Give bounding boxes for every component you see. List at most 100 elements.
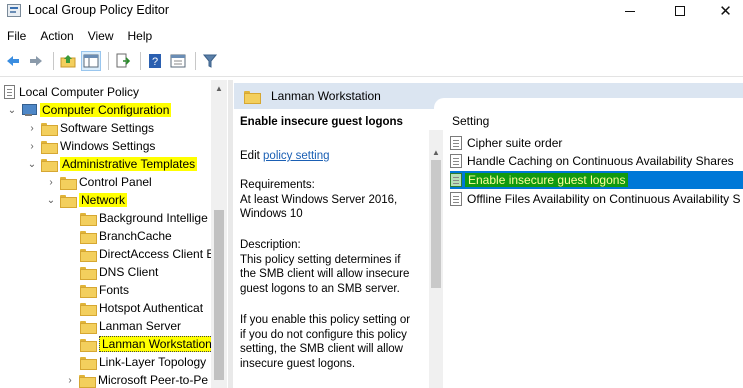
filter-icon — [202, 54, 218, 68]
collapse-icon[interactable]: ⌄ — [26, 158, 38, 170]
minimize-button[interactable] — [607, 0, 652, 22]
tree-item-dns-client[interactable]: DNS Client — [80, 263, 158, 281]
list-item[interactable]: Cipher suite order — [450, 134, 743, 152]
policy-icon — [4, 85, 15, 99]
group-policy-app-icon — [7, 4, 21, 17]
description-pane: Enable insecure guest logons Edit policy… — [234, 109, 429, 388]
edit-policy-line: Edit policy setting — [240, 149, 330, 164]
tree-label: Lanman Workstation — [99, 336, 215, 352]
folder-icon — [80, 320, 97, 334]
forward-icon — [30, 56, 42, 66]
menu-action[interactable]: Action — [33, 26, 80, 46]
folder-icon — [79, 374, 96, 388]
collapse-icon[interactable]: ⌄ — [6, 104, 18, 116]
toolbar: ? — [0, 49, 743, 73]
list-item-selected[interactable]: Enable insecure guest logons — [450, 171, 743, 189]
tree-item-link-layer-topology[interactable]: Link-Layer Topology — [80, 353, 206, 371]
details-header-title: Lanman Workstation — [271, 89, 381, 103]
collapse-icon[interactable]: ⌄ — [45, 194, 57, 206]
toolbar-separator — [195, 52, 196, 70]
tree-item-network[interactable]: ⌄ Network — [45, 191, 128, 209]
tree-item-lanman-workstation[interactable]: Lanman Workstation — [80, 335, 215, 353]
policy-setting-icon — [450, 154, 462, 168]
up-folder-button[interactable] — [58, 51, 78, 71]
folder-icon — [244, 90, 261, 104]
maximize-button[interactable] — [657, 0, 702, 22]
tree-item-branchcache[interactable]: BranchCache — [80, 227, 172, 245]
menu-help[interactable]: Help — [121, 26, 160, 46]
description-scrollbar[interactable]: ▲ — [429, 130, 443, 388]
requirements-label: Requirements: — [240, 179, 315, 191]
setting-label: Cipher suite order — [467, 136, 563, 150]
properties-icon — [170, 54, 186, 68]
tree-item-administrative-templates[interactable]: ⌄ Administrative Templates — [26, 155, 198, 173]
menu-file[interactable]: File — [0, 26, 33, 46]
edit-policy-setting-link[interactable]: policy setting — [263, 150, 329, 162]
expand-icon[interactable]: › — [45, 176, 57, 188]
description-label: Description: — [240, 239, 301, 251]
filter-button[interactable] — [200, 51, 220, 71]
menu-view[interactable]: View — [81, 26, 121, 46]
back-button[interactable] — [3, 51, 23, 71]
tree-scrollbar-thumb[interactable] — [214, 210, 224, 380]
policy-setting-icon — [450, 136, 462, 150]
toolbar-separator — [140, 52, 141, 70]
tree-item-windows-settings[interactable]: › Windows Settings — [26, 137, 155, 155]
tree-label: Hotspot Authenticat — [99, 301, 204, 315]
tree-scrollbar[interactable]: ▲ — [211, 80, 227, 388]
show-hide-tree-button[interactable] — [81, 51, 101, 71]
help-icon: ? — [149, 54, 161, 68]
tree-item-hotspot-authentication[interactable]: Hotspot Authenticat — [80, 299, 203, 317]
tree-label: Network — [79, 193, 128, 207]
tree-item-lanman-server[interactable]: Lanman Server — [80, 317, 181, 335]
help-button[interactable]: ? — [145, 51, 165, 71]
folder-icon — [41, 140, 58, 154]
tree-item-background-intelligent[interactable]: Background Intellige — [80, 209, 208, 227]
tree-label: Link-Layer Topology — [99, 355, 207, 369]
tree-item-software-settings[interactable]: › Software Settings — [26, 119, 154, 137]
policy-setting-icon — [450, 173, 462, 187]
tree-item-fonts[interactable]: Fonts — [80, 281, 129, 299]
computer-icon — [21, 103, 37, 117]
export-list-button[interactable] — [113, 51, 133, 71]
expand-icon[interactable]: › — [26, 140, 38, 152]
description-line: the SMB client will allow insecure — [240, 268, 410, 281]
close-button[interactable]: ✕ — [703, 0, 743, 22]
tree-item-directaccess-client[interactable]: DirectAccess Client E — [80, 245, 214, 263]
expand-icon[interactable]: › — [26, 122, 38, 134]
description-line: This policy setting determines if — [240, 253, 401, 266]
tree-label: Administrative Templates — [60, 157, 198, 171]
scroll-up-icon[interactable]: ▲ — [429, 144, 443, 160]
up-folder-icon — [60, 55, 76, 68]
folder-icon — [80, 248, 97, 262]
scroll-up-icon[interactable]: ▲ — [211, 80, 227, 96]
explanation-line: if you do not configure this policy — [240, 328, 407, 341]
settings-list: Setting Cipher suite order Handle Cachin… — [446, 109, 743, 388]
tree-item-control-panel[interactable]: › Control Panel — [45, 173, 152, 191]
folder-icon — [80, 356, 97, 370]
folder-icon — [80, 338, 97, 352]
list-item[interactable]: Handle Caching on Continuous Availabilit… — [450, 152, 743, 170]
setting-label: Enable insecure guest logons — [465, 173, 629, 187]
setting-column-header[interactable]: Setting — [452, 114, 489, 128]
tree-pane[interactable]: Local Computer Policy ⌄ Computer Configu… — [0, 80, 227, 388]
pane-splitter[interactable] — [228, 80, 233, 388]
tree-root[interactable]: Local Computer Policy — [4, 83, 139, 101]
explanation-line: If you enable this policy setting or — [240, 314, 411, 326]
description-scrollbar-thumb[interactable] — [431, 160, 441, 288]
tree-item-computer-configuration[interactable]: ⌄ Computer Configuration — [6, 101, 172, 119]
folder-icon — [41, 122, 58, 136]
svg-text:?: ? — [152, 56, 158, 68]
policy-setting-icon — [450, 192, 462, 206]
tree-item-microsoft-peer-to-peer[interactable]: › Microsoft Peer-to-Pe — [64, 371, 208, 388]
setting-label: Offline Files Availability on Continuous… — [467, 192, 741, 206]
enable-explanation-block: If you enable this policy setting or if … — [240, 313, 425, 371]
tree-label: DNS Client — [99, 265, 159, 279]
list-item[interactable]: Offline Files Availability on Continuous… — [450, 190, 743, 208]
requirements-line: At least Windows Server 2016, — [240, 193, 398, 206]
expand-icon[interactable]: › — [64, 374, 76, 386]
show-hide-tree-icon — [83, 54, 99, 68]
window-title: Local Group Policy Editor — [28, 3, 170, 17]
properties-button[interactable] — [168, 51, 188, 71]
forward-button[interactable] — [26, 51, 46, 71]
